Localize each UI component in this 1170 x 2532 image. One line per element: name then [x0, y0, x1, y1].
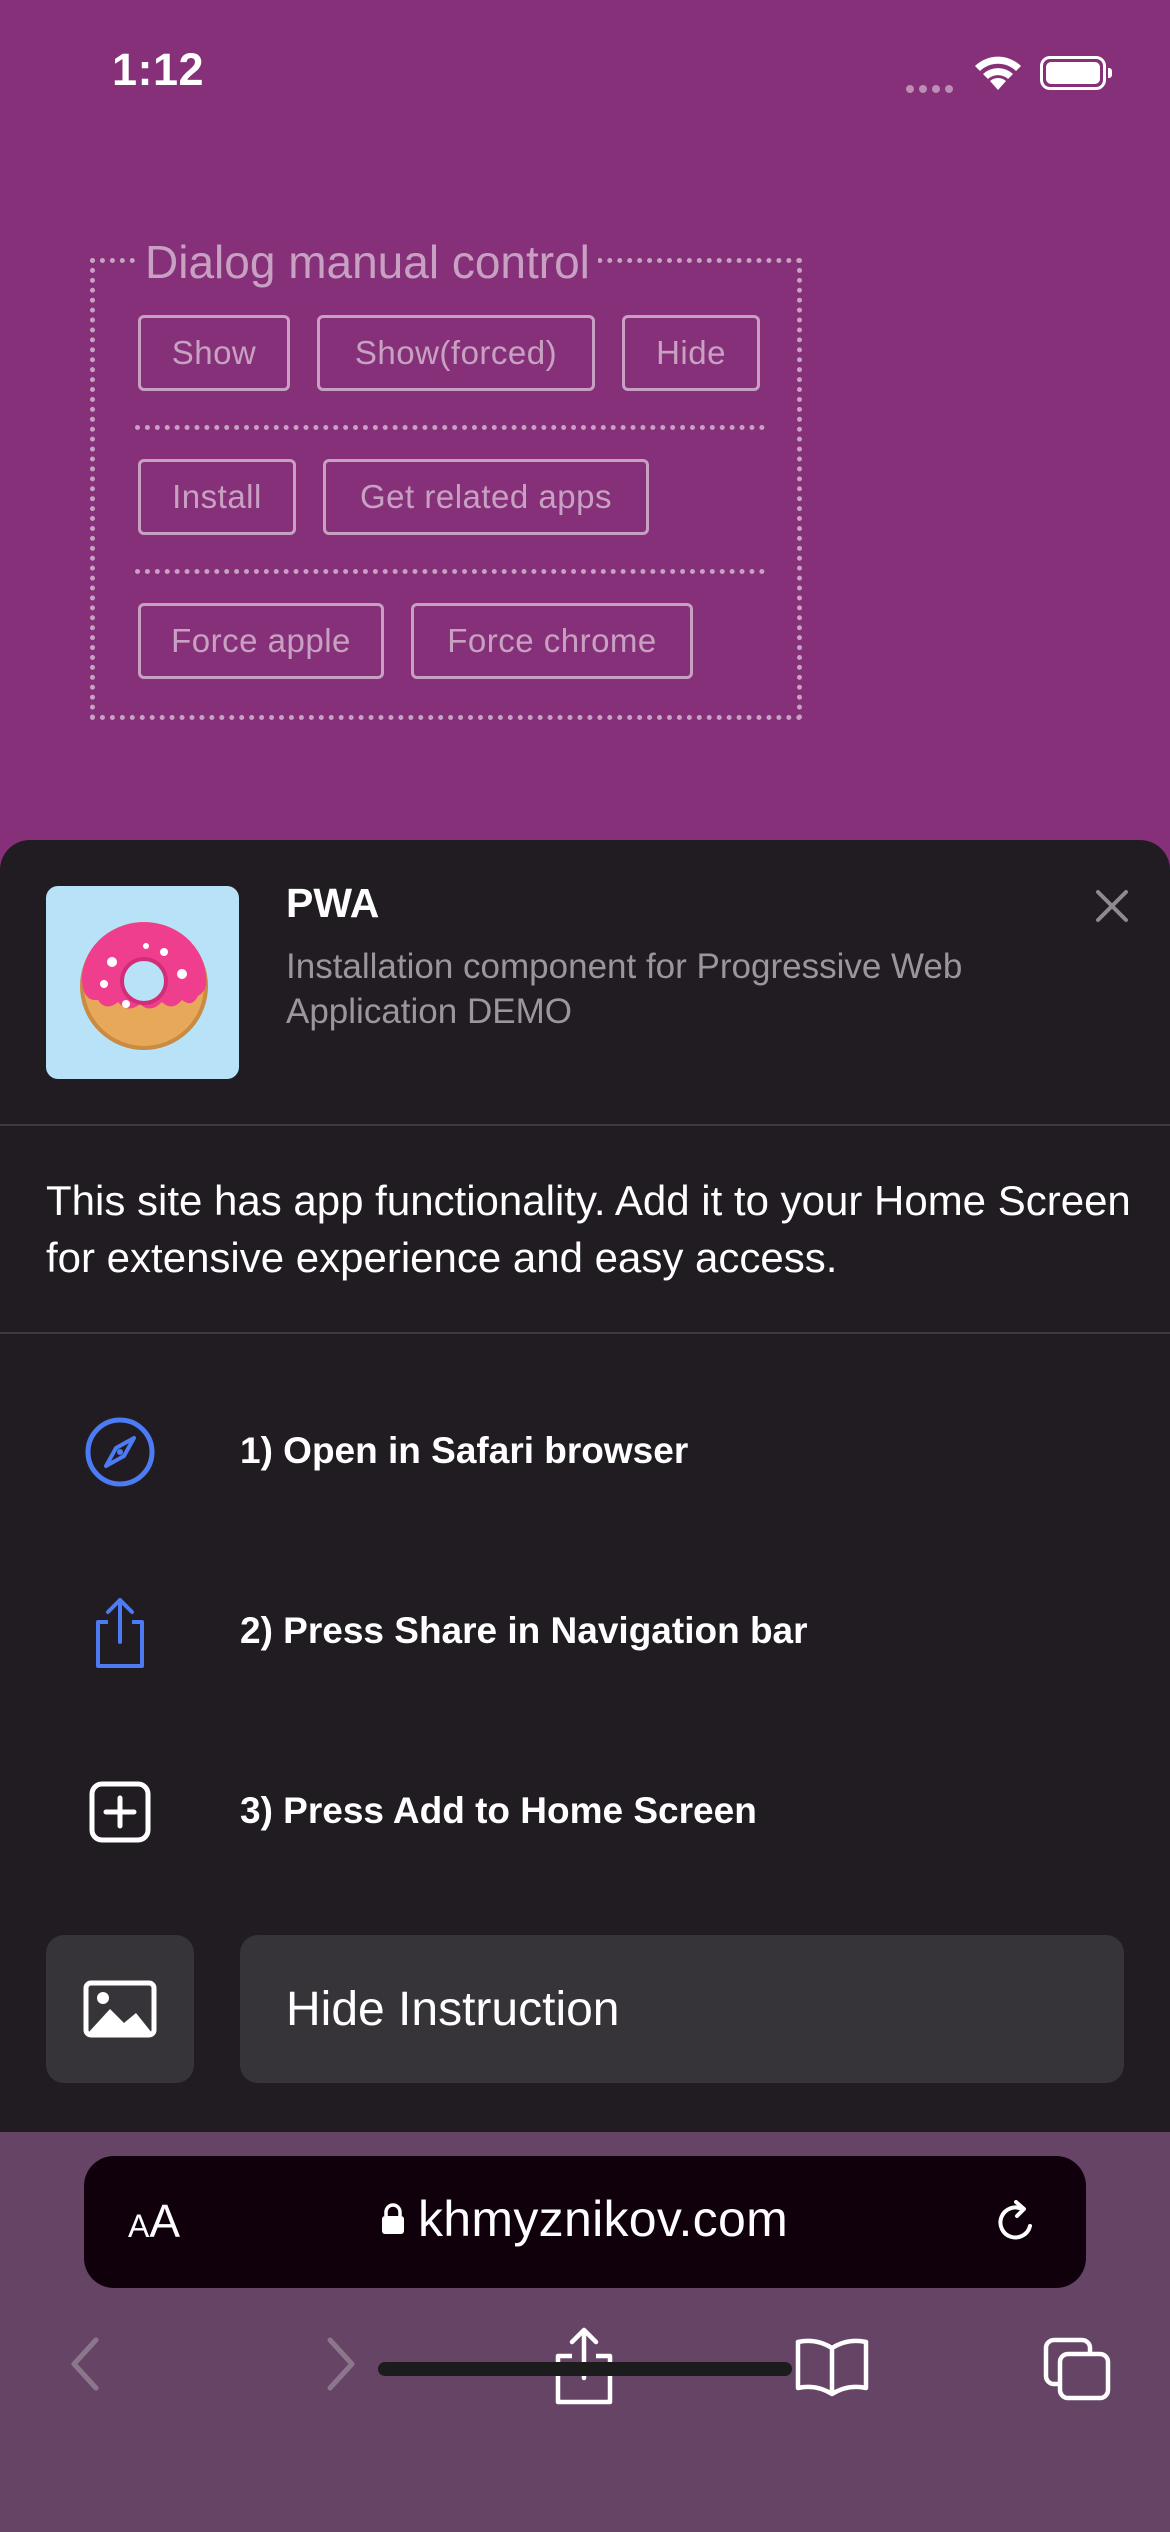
image-icon — [83, 1980, 157, 2038]
show-forced-button[interactable]: Show(forced) — [317, 315, 595, 391]
hide-instruction-button[interactable]: Hide Instruction — [240, 1935, 1124, 2083]
forward-icon[interactable] — [318, 2326, 362, 2406]
battery-icon — [1040, 56, 1112, 90]
dotted-divider — [135, 425, 765, 430]
app-icon — [46, 886, 239, 1079]
compass-icon — [85, 1417, 155, 1487]
status-time: 1:12 — [112, 44, 205, 95]
close-icon[interactable] — [1086, 880, 1138, 932]
donut-icon — [80, 922, 208, 1050]
address-bar[interactable]: AA khmyznikov.com — [84, 2156, 1086, 2288]
divider — [0, 1332, 1170, 1334]
step-1-text: 1) Open in Safari browser — [240, 1430, 689, 1471]
install-button[interactable]: Install — [138, 459, 296, 535]
share-icon — [96, 1598, 144, 1668]
app-description: Installation component for Progressive W… — [286, 947, 963, 1031]
force-apple-button[interactable]: Force apple — [138, 603, 384, 679]
step-3-text: 3) Press Add to Home Screen — [240, 1790, 757, 1831]
lock-icon — [382, 2203, 404, 2234]
get-related-apps-button[interactable]: Get related apps — [323, 459, 649, 535]
show-button[interactable]: Show — [138, 315, 290, 391]
add-square-icon — [89, 1781, 151, 1843]
url-text: khmyznikov.com — [418, 2191, 789, 2247]
text-size-large-a: A — [149, 2195, 181, 2247]
force-chrome-button[interactable]: Force chrome — [411, 603, 693, 679]
dialog-control-legend: Dialog manual control — [139, 235, 598, 289]
app-name: PWA — [286, 880, 380, 926]
hide-button[interactable]: Hide — [622, 315, 760, 391]
dotted-divider — [135, 569, 765, 574]
install-message: This site has app functionality. Add it … — [46, 1177, 1131, 1281]
divider — [0, 1124, 1170, 1126]
wifi-icon — [975, 56, 1021, 90]
screenshots-button[interactable] — [46, 1935, 194, 2083]
home-indicator — [378, 2362, 792, 2376]
tabs-icon[interactable] — [1040, 2326, 1116, 2406]
browser-toolbar: AA khmyznikov.com — [0, 2132, 1170, 2532]
text-size-small-a: A — [128, 2208, 150, 2244]
text-size-button[interactable]: AA — [128, 2194, 180, 2248]
cellular-signal-icon — [906, 80, 958, 93]
install-sheet: PWA Installation component for Progressi… — [0, 840, 1170, 2132]
back-icon[interactable] — [64, 2326, 108, 2406]
reload-icon[interactable] — [990, 2196, 1042, 2248]
bookmarks-icon[interactable] — [794, 2326, 870, 2406]
step-2-text: 2) Press Share in Navigation bar — [240, 1610, 808, 1651]
dialog-control-group: Dialog manual control Show Show(forced) … — [90, 235, 802, 720]
